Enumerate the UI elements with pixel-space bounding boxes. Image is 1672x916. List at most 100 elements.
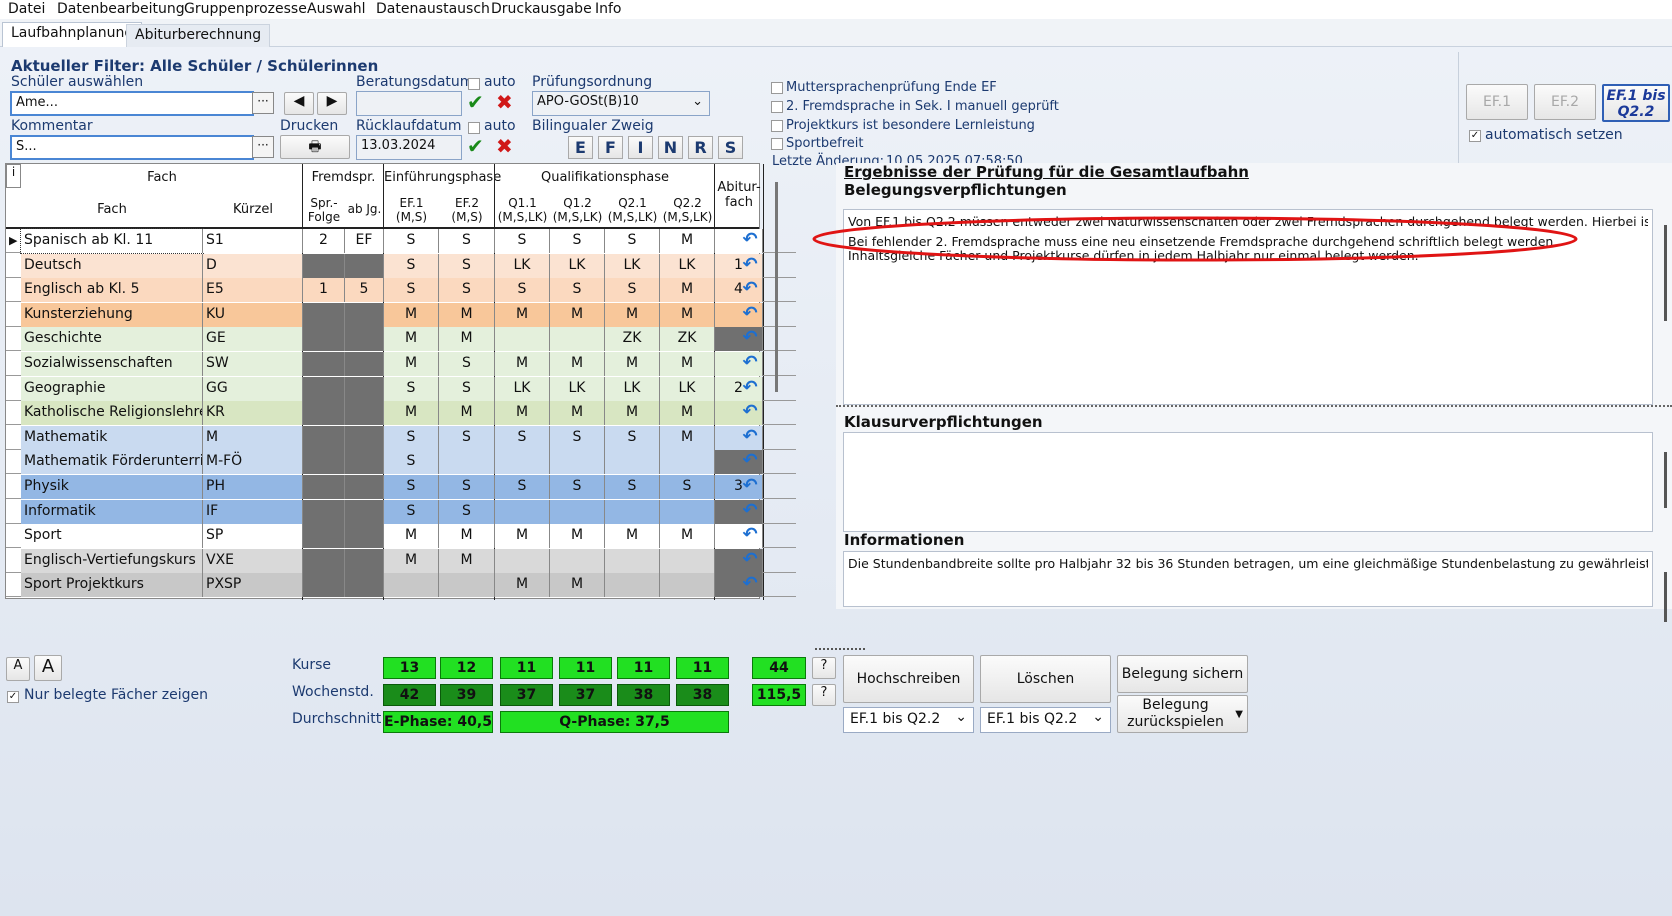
phase-ef2-button[interactable]: EF.2 — [1534, 84, 1596, 120]
loeschen-button[interactable]: Löschen — [980, 655, 1111, 703]
undo-row-icon[interactable]: ↶ — [739, 501, 761, 522]
cell-fach[interactable]: Kunsterziehung — [21, 302, 203, 327]
cell-fach[interactable]: Deutsch — [21, 253, 203, 278]
checkbox-sportbefreit[interactable] — [771, 138, 783, 150]
cell-kuerzel[interactable]: VXE — [203, 548, 303, 573]
cell-abjg[interactable] — [345, 450, 384, 475]
table-row[interactable]: Englisch ab Kl. 5 E5 1 5 S S S S S M 4 ↶ — [6, 278, 796, 303]
undo-row-icon[interactable]: ↶ — [739, 477, 761, 497]
cell-q21[interactable]: S — [605, 229, 660, 253]
menu-druckausgabe[interactable]: Druckausgabe — [491, 0, 592, 18]
cell-q22[interactable]: M — [660, 524, 715, 549]
table-row[interactable]: Sport Projektkurs PXSP M M ↶ — [6, 573, 796, 598]
cell-folge[interactable] — [303, 548, 345, 573]
info-scrollbar[interactable] — [1664, 572, 1667, 622]
cell-q11[interactable]: M — [495, 302, 550, 327]
cell-q12[interactable]: M — [550, 352, 605, 376]
cell-q22[interactable] — [660, 573, 715, 598]
cell-q21[interactable]: LK — [605, 376, 660, 401]
cell-q21[interactable]: M — [605, 524, 660, 549]
help-kurse-button[interactable]: ? — [812, 657, 836, 679]
cell-ef1[interactable]: S — [384, 450, 439, 475]
pruefungsordnung-select[interactable]: APO-GOSt(B)10 ⌄ — [532, 91, 710, 116]
confirm-ruecklauf-icon[interactable]: ✔ — [467, 134, 484, 158]
cell-folge[interactable] — [303, 302, 345, 327]
cell-q11[interactable]: S — [495, 475, 550, 499]
cell-q22[interactable]: ZK — [660, 327, 715, 352]
cell-kuerzel[interactable]: GE — [203, 327, 303, 352]
cell-ef2[interactable]: S — [439, 352, 495, 376]
font-smaller-button[interactable]: A — [6, 657, 30, 681]
confirm-beratung-icon[interactable]: ✔ — [467, 90, 484, 114]
cell-ef2[interactable]: M — [439, 548, 495, 573]
undo-row-icon[interactable]: ↶ — [739, 526, 761, 546]
kommentar-input[interactable]: S... — [10, 135, 254, 160]
cell-q11[interactable]: LK — [495, 376, 550, 401]
cell-q22[interactable] — [660, 548, 715, 573]
undo-row-icon[interactable]: ↶ — [739, 378, 761, 399]
cell-ef1[interactable]: M — [384, 548, 439, 573]
cell-q21[interactable] — [605, 573, 660, 598]
cell-abjg[interactable] — [345, 302, 384, 327]
cell-ef1[interactable]: S — [384, 425, 439, 450]
cell-folge[interactable] — [303, 376, 345, 401]
loeschen-range-select[interactable]: EF.1 bis Q2.2 ⌄ — [980, 707, 1111, 733]
help-wochenstd-button[interactable]: ? — [812, 684, 836, 706]
cell-kuerzel[interactable]: M — [203, 425, 303, 450]
belegung-zurueckspielen-button[interactable]: Belegung zurückspielen ▼ — [1117, 695, 1248, 733]
cell-folge[interactable] — [303, 524, 345, 549]
cell-abjg[interactable] — [345, 425, 384, 450]
cell-ef1[interactable]: S — [384, 475, 439, 499]
cell-q12[interactable]: LK — [550, 376, 605, 401]
cell-q22[interactable]: M — [660, 229, 715, 253]
undo-row-icon[interactable]: ↶ — [739, 575, 761, 595]
cell-ef1[interactable]: S — [384, 376, 439, 401]
cell-fach[interactable]: Informatik — [21, 499, 203, 524]
cell-q21[interactable] — [605, 548, 660, 573]
cell-abjg[interactable] — [345, 548, 384, 573]
cell-ef1[interactable]: S — [384, 278, 439, 303]
schueler-input[interactable]: Ame... — [10, 91, 254, 116]
cell-q11[interactable] — [495, 548, 550, 573]
cell-q11[interactable]: LK — [495, 253, 550, 278]
belegung-scrollbar[interactable] — [1664, 225, 1667, 321]
cell-ef2[interactable]: S — [439, 499, 495, 524]
hochschreiben-button[interactable]: Hochschreiben — [843, 655, 974, 703]
table-row[interactable]: Sport SP M M M M M M ↶ — [6, 524, 796, 549]
grid-scrollbar[interactable] — [775, 182, 778, 392]
undo-row-icon[interactable]: ↶ — [739, 329, 761, 349]
cell-abjg[interactable] — [345, 327, 384, 352]
menu-datenbearbeitung[interactable]: Datenbearbeitung — [57, 0, 185, 18]
cell-fach[interactable]: Physik — [21, 475, 203, 499]
phase-ef1-button[interactable]: EF.1 — [1466, 84, 1528, 120]
cell-q11[interactable] — [495, 450, 550, 475]
cell-fach[interactable]: Mathematik — [21, 425, 203, 450]
cell-ef2[interactable]: S — [439, 253, 495, 278]
cell-q21[interactable]: S — [605, 475, 660, 499]
table-row[interactable]: Kunsterziehung KU M M M M M M ↶ — [6, 302, 796, 327]
cell-abjg[interactable] — [345, 401, 384, 426]
cell-folge[interactable] — [303, 573, 345, 598]
table-row[interactable]: Geographie GG S S LK LK LK LK 2 ↶ — [6, 376, 796, 401]
table-row[interactable]: Deutsch D S S LK LK LK LK 1 ↶ — [6, 253, 796, 278]
checkbox-fremdsprache-sek1[interactable] — [771, 101, 783, 113]
cell-q21[interactable]: M — [605, 401, 660, 426]
cell-folge[interactable] — [303, 253, 345, 278]
cell-abjg[interactable]: 5 — [345, 278, 384, 303]
cell-q21[interactable]: S — [605, 425, 660, 450]
next-student-button[interactable]: ▶ — [317, 92, 347, 115]
cell-q22[interactable] — [660, 450, 715, 475]
table-row[interactable]: ▶ Spanisch ab Kl. 11 S1 2 EF S S S S S M ↶ — [6, 228, 796, 254]
splitter-1[interactable] — [836, 405, 1672, 410]
cell-q21[interactable] — [605, 499, 660, 524]
undo-row-icon[interactable]: ↶ — [739, 280, 761, 300]
cell-q11[interactable]: S — [495, 425, 550, 450]
undo-row-icon[interactable]: ↶ — [739, 354, 761, 374]
beratungsdatum-input[interactable] — [356, 91, 462, 116]
cell-folge[interactable] — [303, 499, 345, 524]
cell-abjg[interactable] — [345, 376, 384, 401]
cell-fach[interactable]: Geschichte — [21, 327, 203, 352]
table-row[interactable]: Informatik IF S S ↶ — [6, 499, 796, 524]
cell-abjg[interactable] — [345, 499, 384, 524]
clear-ruecklauf-icon[interactable]: ✖ — [496, 134, 513, 158]
